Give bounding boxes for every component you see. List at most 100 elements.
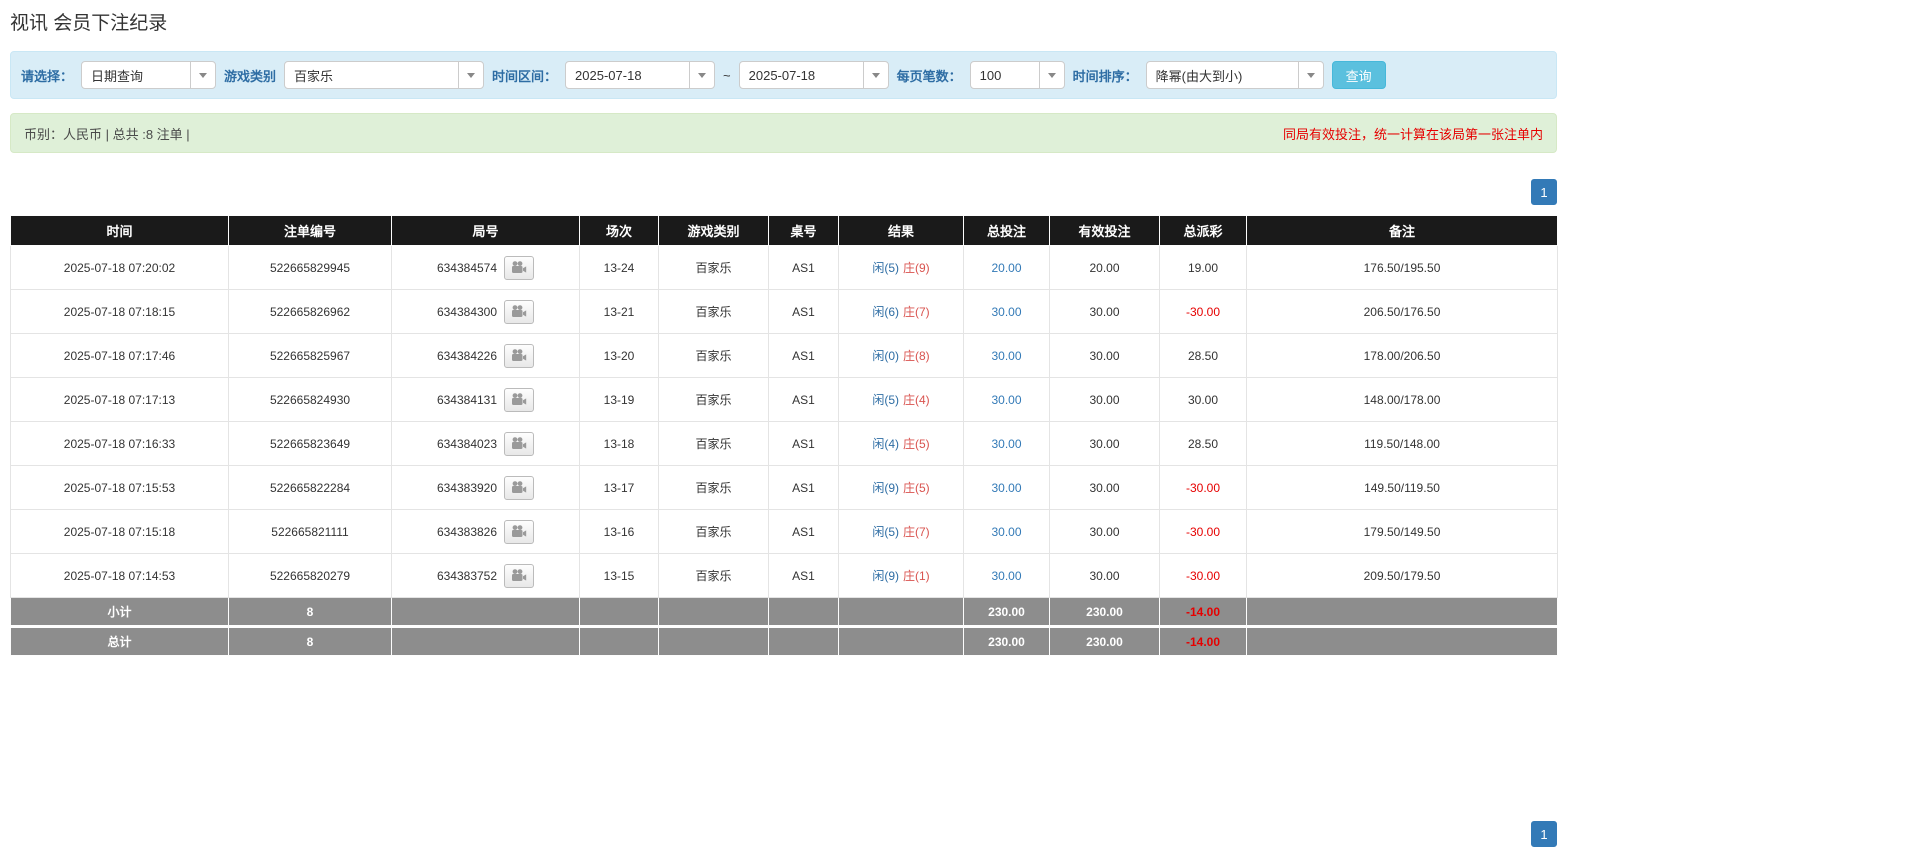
subtotal-valid-bet: 230.00 [1049,597,1160,627]
total-payout: -14.00 [1159,625,1247,656]
cell-result: 闲(5) 庄(4) [838,377,964,422]
video-replay-button[interactable] [504,343,535,368]
date-to-select[interactable]: 2025-07-18 [738,61,889,89]
result-player: 闲(4) [872,437,899,451]
date-from-select[interactable]: 2025-07-18 [565,61,716,89]
cell-total-bet: 30.00 [963,333,1050,378]
video-replay-button[interactable] [504,475,535,500]
video-replay-button[interactable] [504,299,535,324]
cell-game-category: 百家乐 [658,553,769,598]
video-replay-button[interactable] [504,431,535,456]
chevron-down-icon[interactable] [190,62,215,88]
chevron-down-icon[interactable] [689,62,714,88]
total-count: 8 [228,625,392,656]
round-id-text: 634383826 [436,524,498,539]
total-bet-link[interactable]: 30.00 [991,305,1021,319]
result-banker: 庄(9) [903,261,930,275]
query-type-select[interactable]: 日期查询 [81,61,217,89]
cell-payout: -30.00 [1159,553,1247,598]
header-session: 场次 [579,215,659,246]
search-button[interactable]: 查询 [1331,61,1386,89]
cell-total-bet: 30.00 [963,289,1050,334]
cell-table-no: AS1 [768,553,839,598]
cell-round-id: 634384226 [391,333,580,378]
date-from-value: 2025-07-18 [575,67,642,83]
total-bet-link[interactable]: 30.00 [991,525,1021,539]
cell-game-category: 百家乐 [658,245,769,290]
round-id-text: 634384131 [436,392,498,407]
page-1-button-bottom[interactable]: 1 [1531,821,1557,847]
header-time: 时间 [10,215,229,246]
cell-payout: 19.00 [1159,245,1247,290]
total-bet-link[interactable]: 30.00 [991,349,1021,363]
cell-round-id: 634383920 [391,465,580,510]
cell-remark: 178.00/206.50 [1246,333,1558,378]
table-row: 2025-07-18 07:14:53 522665820279 6343837… [10,553,1558,598]
video-replay-button[interactable] [504,255,535,280]
page-1-button[interactable]: 1 [1531,179,1557,205]
page-title: 视讯 会员下注纪录 [10,13,168,34]
result-player: 闲(5) [872,525,899,539]
subtotal-label: 小计 [10,597,229,627]
cell-result: 闲(9) 庄(5) [838,465,964,510]
query-type-label: 请选择： [21,68,74,84]
cell-total-bet: 30.00 [963,553,1050,598]
total-bet-link[interactable]: 30.00 [991,437,1021,451]
page-container: 视讯 会员下注纪录 请选择： 日期查询 游戏类别 百家乐 时间区间： 2025-… [10,8,1558,847]
chevron-down-icon[interactable] [458,62,483,88]
time-range-label: 时间区间： [492,68,558,84]
cell-valid-bet: 30.00 [1049,553,1160,598]
pagination-top: 1 [10,179,1557,205]
result-player: 闲(9) [872,569,899,583]
cell-result: 闲(0) 庄(8) [838,333,964,378]
table-row: 2025-07-18 07:15:18 522665821111 6343838… [10,509,1558,554]
cell-remark: 119.50/148.00 [1246,421,1558,466]
cell-valid-bet: 30.00 [1049,509,1160,554]
cell-round-id: 634384300 [391,289,580,334]
header-round-id: 局号 [391,215,580,246]
result-banker: 庄(1) [903,569,930,583]
cell-payout: 28.50 [1159,421,1247,466]
subtotal-count: 8 [228,597,392,627]
table-row: 2025-07-18 07:16:33 522665823649 6343840… [10,421,1558,466]
cell-session: 13-16 [579,509,659,554]
cell-round-id: 634384131 [391,377,580,422]
query-type-value: 日期查询 [91,68,144,84]
round-id-text: 634384226 [436,348,498,363]
cell-total-bet: 20.00 [963,245,1050,290]
cell-remark: 148.00/178.00 [1246,377,1558,422]
cell-bet-id: 522665822284 [228,465,392,510]
cell-total-bet: 30.00 [963,465,1050,510]
cell-bet-id: 522665825967 [228,333,392,378]
chevron-down-icon[interactable] [862,62,888,88]
total-bet-link[interactable]: 30.00 [991,569,1021,583]
result-banker: 庄(4) [903,393,930,407]
cell-game-category: 百家乐 [658,289,769,334]
video-camera-icon [512,349,527,361]
time-sort-select[interactable]: 降幂(由大到小) [1145,61,1324,89]
pagination-bottom: 1 [10,821,1557,847]
total-bet-link[interactable]: 30.00 [991,481,1021,495]
total-bet-link[interactable]: 30.00 [991,393,1021,407]
cell-bet-id: 522665829945 [228,245,392,290]
page-size-select[interactable]: 100 [969,61,1065,89]
result-player: 闲(0) [872,349,899,363]
cell-time: 2025-07-18 07:20:02 [10,245,229,290]
video-replay-button[interactable] [504,519,535,544]
cell-payout: -30.00 [1159,289,1247,334]
valid-bet-notice: 同局有效投注，统一计算在该局第一张注单内 [1282,126,1543,142]
subtotal-payout: -14.00 [1159,597,1247,627]
header-table-no: 桌号 [768,215,839,246]
chevron-down-icon[interactable] [1297,62,1323,88]
game-category-select[interactable]: 百家乐 [284,61,485,89]
video-replay-button[interactable] [504,387,535,412]
cell-table-no: AS1 [768,245,839,290]
page-size-label: 每页笔数： [896,68,962,84]
cell-time: 2025-07-18 07:15:53 [10,465,229,510]
page-size-value: 100 [979,67,1002,83]
video-replay-button[interactable] [504,563,535,588]
chevron-down-icon[interactable] [1038,62,1064,88]
table-header-row: 时间 注单编号 局号 场次 游戏类别 桌号 结果 总投注 有效投注 总派彩 备注 [10,215,1558,246]
cell-game-category: 百家乐 [658,333,769,378]
total-bet-link[interactable]: 20.00 [991,261,1021,275]
